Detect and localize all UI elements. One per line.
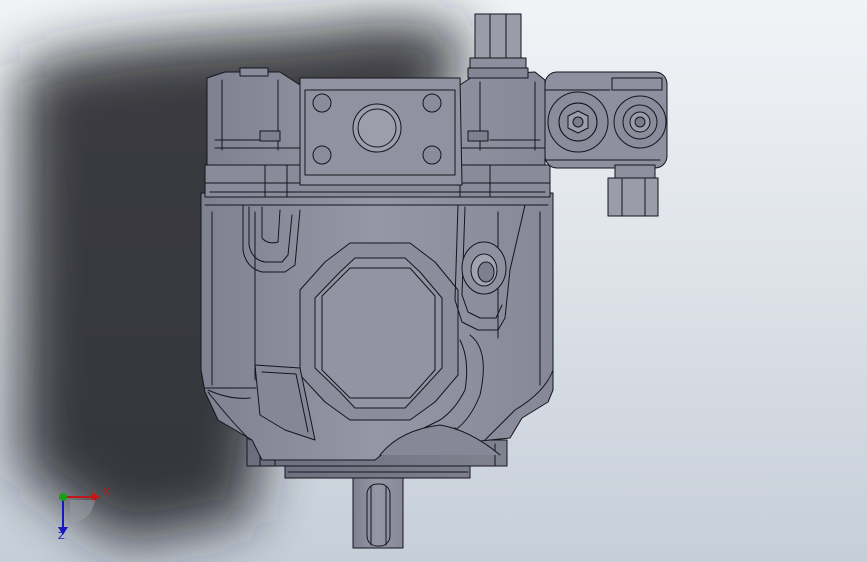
model-view[interactable] — [0, 0, 867, 562]
octagonal-cover[interactable] — [299, 242, 459, 421]
triad-x-label: X — [103, 487, 110, 498]
pump-model[interactable] — [200, 13, 668, 549]
triad-z-label: Z — [58, 531, 65, 542]
control-valve[interactable] — [544, 71, 668, 169]
top-hex-fitting[interactable] — [467, 13, 529, 79]
graphics-viewport[interactable]: X Z — [0, 0, 867, 562]
valve-lower-fitting[interactable] — [607, 164, 659, 217]
drive-shaft[interactable] — [352, 477, 404, 549]
